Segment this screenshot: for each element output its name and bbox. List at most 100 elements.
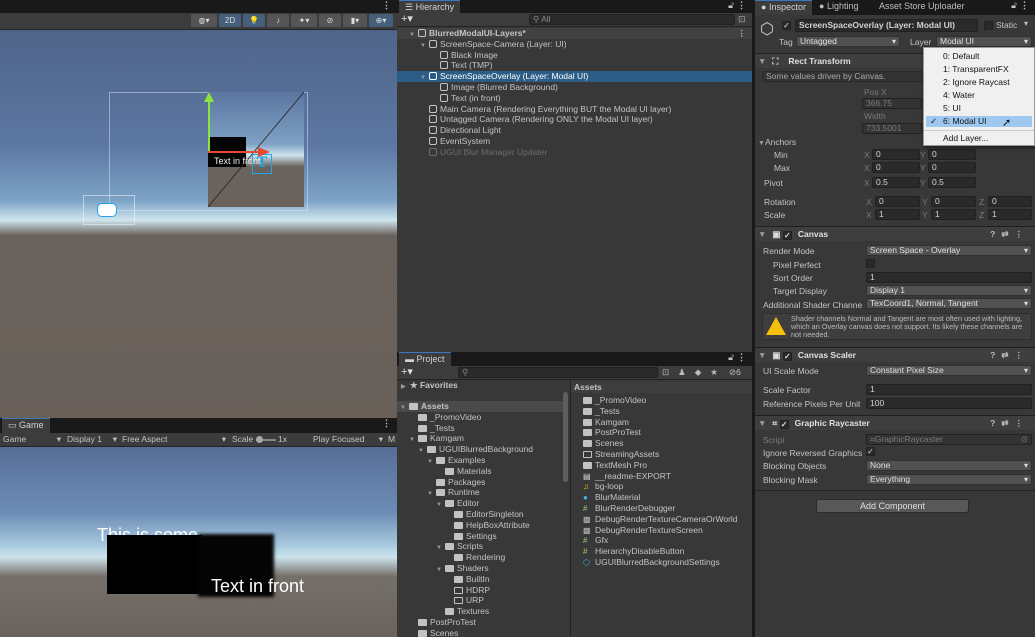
hidden-packages-toggle[interactable]: ⊘6 — [729, 367, 741, 378]
hierarchy-row[interactable]: Untagged Camera (Rendering ONLY the Moda… — [397, 114, 752, 125]
gameobject-cube-icon[interactable]: ⬡ — [760, 19, 774, 39]
object-picker-icon[interactable]: ⊙ — [1021, 435, 1028, 444]
add-component-button[interactable]: Add Component — [816, 499, 969, 513]
folder-tree-item[interactable]: Rendering — [397, 552, 563, 563]
camera-gizmo-icon[interactable] — [97, 203, 117, 217]
audio-toggle-icon[interactable]: ♪ — [267, 14, 289, 27]
asset-item[interactable]: Kamgam — [571, 417, 753, 428]
help-icon[interactable]: ? — [990, 350, 1001, 360]
hierarchy-row[interactable]: EventSystem — [397, 136, 752, 147]
tab-hierarchy[interactable]: ☰ Hierarchy — [399, 0, 460, 13]
canvas-scaler-enabled-checkbox[interactable]: ✓ — [783, 352, 792, 361]
asset-item[interactable]: ▤__readme-EXPORT — [571, 471, 753, 482]
folder-tree-item[interactable]: PostProTest — [397, 617, 563, 628]
scale-track[interactable] — [256, 439, 276, 441]
asset-item[interactable]: #BlurRenderDebugger — [571, 503, 753, 514]
layer-option[interactable]: 0: Default — [926, 51, 1032, 62]
asset-item[interactable]: _Tests — [571, 406, 753, 417]
folder-tree-item[interactable]: Textures — [397, 606, 563, 617]
preset-icon[interactable]: ⇄ — [1001, 350, 1014, 360]
reference-ppu-field[interactable]: 100 — [866, 398, 1032, 409]
favorites-item[interactable]: ▶★ Favorites — [397, 380, 570, 391]
scene-menu-icon[interactable]: ⋮ — [738, 28, 747, 39]
preset-icon[interactable]: ⇄ — [1001, 418, 1014, 428]
asset-item[interactable]: ▩DebugRenderTextureScreen — [571, 525, 753, 536]
graphic-raycaster-enabled-checkbox[interactable]: ✓ — [780, 420, 789, 429]
folder-tree-item[interactable]: URP — [397, 595, 563, 606]
project-filter-buttons[interactable]: ⊡♟◆★ — [662, 367, 727, 378]
folder-tree-item[interactable]: ▼Editor — [397, 498, 563, 509]
anchor-min-x-field[interactable]: 0 — [872, 149, 920, 160]
pixel-perfect-checkbox[interactable] — [866, 259, 875, 268]
lighting-toggle-icon[interactable]: 💡 — [243, 14, 265, 27]
shading-mode-button[interactable]: ◍▾ — [191, 14, 217, 27]
canvas-header[interactable]: ▼▣ ✓Canvas ?⇄⋮ — [755, 226, 1035, 241]
search-options-icon[interactable]: ⊡ — [738, 14, 746, 25]
asset-item[interactable]: ●BlurMaterial — [571, 492, 753, 503]
anchor-max-x-field[interactable]: 0 — [872, 162, 920, 173]
asset-item[interactable]: #Gfx — [571, 535, 753, 546]
layer-option[interactable]: 2: Ignore Raycast — [926, 77, 1032, 88]
static-checkbox[interactable] — [984, 21, 993, 30]
move-gizmo-x-axis[interactable] — [208, 151, 263, 153]
preset-icon[interactable]: ⇄ — [1001, 229, 1014, 239]
asset-item[interactable]: #HierarchyDisableButton — [571, 546, 753, 557]
x-arrow-icon[interactable] — [258, 147, 270, 157]
static-dropdown-icon[interactable]: ▾ — [1024, 19, 1028, 28]
hierarchy-row[interactable]: Text (in front) — [397, 93, 752, 104]
view-select-dropdown[interactable]: Game▾ — [3, 433, 61, 446]
create-button[interactable]: +▾ — [401, 13, 413, 26]
more-icon[interactable]: ⋮ — [382, 0, 391, 11]
lock-icon[interactable]: 🔓︎ — [1011, 0, 1017, 11]
folder-tree-item[interactable]: EditorSingleton — [397, 509, 563, 520]
hierarchy-row[interactable]: Main Camera (Rendering Everything BUT th… — [397, 104, 752, 115]
hierarchy-search-input[interactable]: ⚲ All — [529, 14, 735, 25]
layer-option[interactable]: 1: TransparentFX — [926, 64, 1032, 75]
scale-slider[interactable]: Scale 1x — [232, 433, 302, 446]
tab-inspector[interactable]: ● Inspector — [755, 0, 812, 15]
game-viewport[interactable]: This is some Text in front — [0, 447, 397, 637]
pivot-x-field[interactable]: 0.5 — [872, 177, 920, 188]
tab-asset-store-uploader[interactable]: Asset Store Uploader — [873, 0, 971, 13]
favorite-star-icon[interactable]: ★ — [710, 367, 727, 377]
create-button[interactable]: +▾ — [401, 366, 413, 379]
camera-settings-icon[interactable]: ▮▾ — [343, 14, 367, 27]
folder-tree-item[interactable]: ▼Assets — [397, 401, 563, 412]
folder-tree-item[interactable]: ▼Scripts — [397, 541, 563, 552]
tree-scrollbar[interactable] — [563, 392, 568, 482]
folder-tree-item[interactable]: ▼Examples — [397, 455, 563, 466]
more-icon[interactable]: ⋮ — [737, 352, 746, 363]
anchor-min-y-field[interactable]: 0 — [928, 149, 976, 160]
folder-tree-item[interactable]: HelpBoxAttribute — [397, 520, 563, 531]
2d-toggle[interactable]: 2D — [219, 14, 241, 27]
anchor-max-y-field[interactable]: 0 — [928, 162, 976, 173]
render-mode-dropdown[interactable]: Screen Space - Overlay — [866, 245, 1032, 256]
more-icon[interactable]: ⋮ — [737, 0, 746, 11]
hierarchy-row[interactable]: ▼ScreenSpace-Camera (Layer: UI) — [397, 39, 752, 50]
asset-item[interactable]: ♫bg-loop — [571, 481, 753, 492]
display-dropdown[interactable]: Display 1▾ — [67, 433, 117, 446]
play-mode-dropdown[interactable]: Play Focused▾ — [313, 433, 383, 446]
more-icon[interactable]: ⋮ — [382, 418, 391, 429]
layer-option[interactable]: 5: UI — [926, 103, 1032, 114]
graphic-raycaster-header[interactable]: ▼⌗ ✓Graphic Raycaster ?⇄⋮ — [755, 415, 1035, 430]
component-menu-icon[interactable]: ⋮ — [1015, 229, 1030, 239]
folder-tree-item[interactable]: BuiltIn — [397, 574, 563, 585]
project-search-input[interactable]: ⚲ — [458, 367, 658, 378]
folder-tree-item[interactable]: _PromoVideo — [397, 412, 563, 423]
folder-tree-item[interactable]: ▼Kamgam — [397, 433, 563, 444]
help-icon[interactable]: ? — [990, 229, 1001, 239]
scene-visibility-icon[interactable]: ⊘ — [319, 14, 341, 27]
folder-tree-item[interactable]: Settings — [397, 531, 563, 542]
truncated-toolbar-item[interactable]: M — [388, 433, 395, 446]
active-checkbox[interactable]: ✓ — [782, 21, 791, 30]
folder-tree-item[interactable]: ▼Runtime — [397, 487, 563, 498]
folder-tree-item[interactable]: Scenes — [397, 628, 563, 637]
sort-order-field[interactable]: 1 — [866, 272, 1032, 283]
rotation-y-field[interactable]: 0 — [931, 196, 976, 207]
folder-tree-item[interactable]: Materials — [397, 466, 563, 477]
help-icon[interactable]: ? — [990, 418, 1001, 428]
asset-item[interactable]: Scenes — [571, 438, 753, 449]
asset-item[interactable]: _PromoVideo — [571, 395, 753, 406]
asset-item[interactable]: ⬡UGUIBlurredBackgroundSettings — [571, 557, 753, 568]
